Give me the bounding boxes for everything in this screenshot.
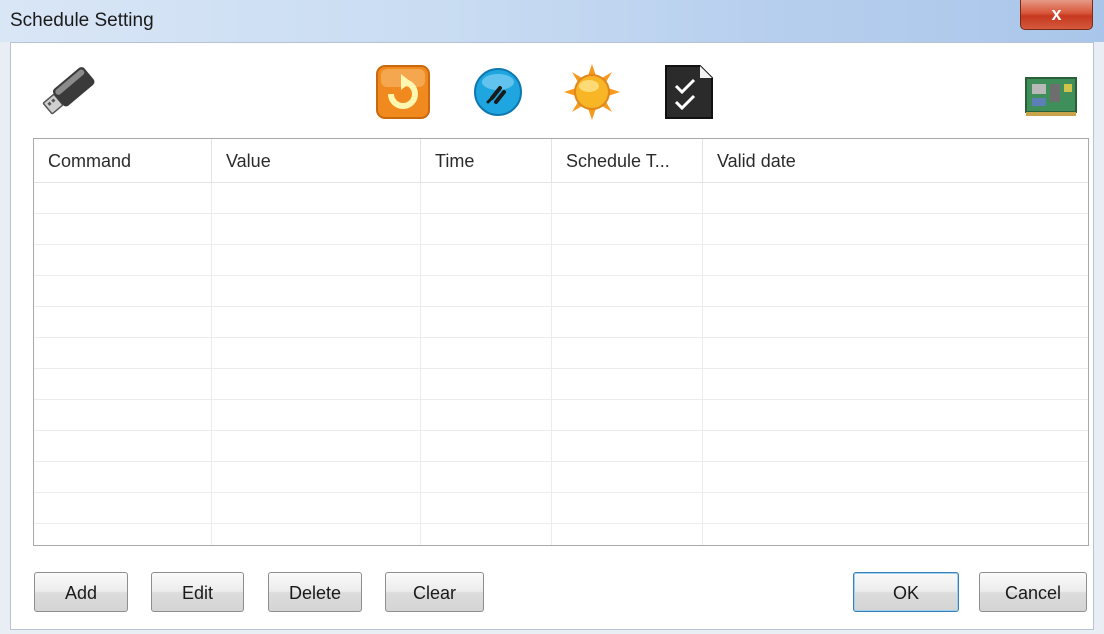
column-header-time[interactable]: Time [421,139,552,183]
table-row [34,338,1088,369]
sun-icon[interactable] [562,62,622,122]
cancel-button[interactable]: Cancel [979,572,1087,612]
column-header-command[interactable]: Command [34,139,212,183]
column-divider [420,183,421,545]
table-row [34,462,1088,493]
board-card-icon[interactable] [1022,72,1080,120]
title-bar[interactable]: Schedule Setting x [0,0,1104,42]
table-row [34,214,1088,245]
column-divider [702,183,703,545]
edit-button[interactable]: Edit [151,572,244,612]
column-divider [211,183,212,545]
table-row [34,183,1088,214]
table-row [34,369,1088,400]
column-header-value[interactable]: Value [212,139,421,183]
column-divider [551,183,552,545]
table-row [34,431,1088,462]
close-button[interactable]: x [1020,0,1093,30]
schedule-table[interactable]: Command Value Time Schedule T... Valid d… [33,138,1089,546]
table-header: Command Value Time Schedule T... Valid d… [34,139,1088,183]
usb-drive-icon[interactable] [38,64,100,120]
table-body [34,183,1088,545]
delete-button[interactable]: Delete [268,572,362,612]
window-title: Schedule Setting [10,10,154,31]
column-header-valid-date[interactable]: Valid date [703,139,1088,183]
table-row [34,276,1088,307]
checklist-document-icon[interactable] [662,62,716,122]
table-row [34,524,1088,545]
table-row [34,307,1088,338]
table-row [34,400,1088,431]
close-icon: x [1051,4,1062,24]
clear-button[interactable]: Clear [385,572,484,612]
table-row [34,493,1088,524]
refresh-icon[interactable] [375,64,431,120]
add-button[interactable]: Add [34,572,128,612]
power-plug-icon[interactable] [472,66,524,118]
column-header-schedule-type[interactable]: Schedule T... [552,139,703,183]
schedule-setting-dialog: Schedule Setting x Command Value Time Sc… [0,0,1104,634]
ok-button[interactable]: OK [853,572,959,612]
table-row [34,245,1088,276]
